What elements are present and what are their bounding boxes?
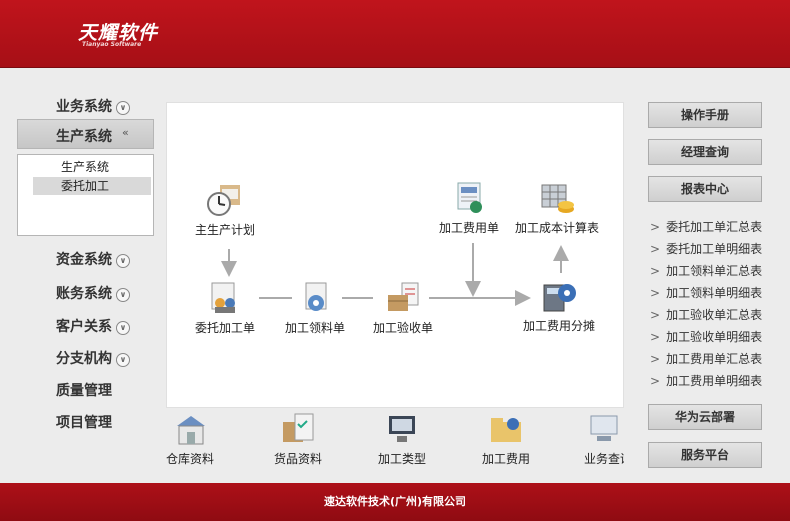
report-link-label: 加工领料单明细表	[666, 286, 763, 300]
shortcut-label: 业务查询	[584, 452, 624, 466]
nav-label: 资金系统	[56, 252, 112, 268]
shortcut-label: 加工费用	[482, 452, 531, 466]
subnav-item-production[interactable]: 生产系统	[18, 158, 153, 176]
chevron-right-icon: >	[650, 352, 661, 366]
shortcut-goods[interactable]: 货品资料	[274, 412, 322, 467]
shortcut-processing-cost[interactable]: 加工费用	[482, 412, 530, 467]
nav-label: 业务系统	[56, 99, 112, 115]
flow-node-label: 加工费用单	[439, 221, 500, 235]
report-link[interactable]: > 加工费用单汇总表	[650, 350, 762, 367]
report-link[interactable]: > 加工验收单明细表	[650, 328, 762, 345]
flow-node-outsource-order[interactable]: 委托加工单	[195, 281, 255, 336]
shortcut-label: 货品资料	[274, 452, 323, 466]
flow-node-label: 加工成本计算表	[515, 221, 600, 235]
report-link-label: 委托加工单明细表	[666, 242, 763, 256]
footer-company: 速达软件技术(广州)有限公司	[323, 495, 467, 508]
nav-accounting-system[interactable]: 账务系统 ∨	[56, 283, 130, 303]
chevron-down-icon: ∨	[116, 353, 130, 367]
process-flow-panel: 主生产计划 委托加工单 加工领料单 加工验收单 加工费用单 加工成本计算表 加工…	[166, 102, 624, 408]
chevron-right-icon: >	[650, 286, 661, 300]
calculator-gear-icon	[540, 279, 578, 313]
flow-node-master-plan[interactable]: 主生产计划	[195, 183, 255, 238]
shortcut-strip: 仓库资料 货品资料 加工类型 加工费用 业务查询	[166, 412, 624, 482]
report-document-icon	[450, 181, 488, 215]
nav-label: 客户关系	[56, 319, 112, 335]
nav-customer-relations[interactable]: 客户关系 ∨	[56, 316, 130, 336]
nav-branches[interactable]: 分支机构 ∨	[56, 348, 130, 368]
flow-node-label: 主生产计划	[195, 223, 256, 237]
service-platform-button[interactable]: 服务平台	[648, 442, 762, 468]
chevron-down-icon: ∨	[116, 101, 130, 115]
coins-spreadsheet-icon	[538, 181, 576, 215]
report-link-label: 委托加工单汇总表	[666, 220, 763, 234]
nav-label: 账务系统	[56, 286, 112, 302]
report-link-label: 加工费用单汇总表	[666, 352, 763, 366]
shortcut-label: 仓库资料	[166, 452, 215, 466]
logo-subtitle: Tianyao Software	[82, 41, 142, 48]
tools-monitor-icon	[383, 412, 421, 446]
chevron-right-icon: >	[650, 242, 661, 256]
box-checklist-icon	[279, 412, 317, 446]
report-link-label: 加工领料单汇总表	[666, 264, 763, 278]
folder-coins-icon	[487, 412, 525, 446]
flow-node-cost-sheet[interactable]: 加工费用单	[439, 181, 499, 236]
nav-quality[interactable]: 质量管理	[56, 380, 112, 400]
chevron-down-icon: «	[122, 126, 129, 139]
report-link[interactable]: > 加工验收单汇总表	[650, 306, 762, 323]
nav-label: 生产系统	[56, 129, 112, 145]
chevron-right-icon: >	[650, 374, 661, 388]
shortcut-processing-type[interactable]: 加工类型	[378, 412, 426, 467]
package-document-icon	[384, 281, 422, 315]
shortcut-business-query[interactable]: 业务查询	[584, 412, 624, 467]
flow-node-cost-allocation[interactable]: 加工费用分摊	[523, 279, 595, 334]
nav-production-system[interactable]: 生产系统 «	[17, 119, 154, 149]
report-link[interactable]: > 加工领料单明细表	[650, 284, 762, 301]
flow-node-material-pick[interactable]: 加工领料单	[285, 281, 345, 336]
gear-document-icon	[296, 281, 334, 315]
chevron-down-icon: ∨	[116, 254, 130, 268]
report-center-button[interactable]: 报表中心	[648, 176, 762, 202]
flow-node-label: 加工领料单	[285, 321, 346, 335]
report-link[interactable]: > 委托加工单汇总表	[650, 218, 762, 235]
report-link[interactable]: > 加工领料单汇总表	[650, 262, 762, 279]
app-footer: 速达软件技术(广州)有限公司	[0, 483, 790, 521]
flow-arrows	[221, 243, 569, 306]
clock-icon	[206, 183, 244, 217]
manager-query-button[interactable]: 经理查询	[648, 139, 762, 165]
nav-subpanel: 生产系统 委托加工	[17, 154, 154, 236]
chevron-down-icon: ∨	[116, 321, 130, 335]
chevron-right-icon: >	[650, 330, 661, 344]
flow-node-label: 加工验收单	[373, 321, 434, 335]
report-link-label: 加工验收单汇总表	[666, 308, 763, 322]
flow-node-cost-calc[interactable]: 加工成本计算表	[515, 181, 599, 236]
report-link-label: 加工费用单明细表	[666, 374, 763, 388]
nav-funds-system[interactable]: 资金系统 ∨	[56, 249, 130, 269]
shortcut-warehouse[interactable]: 仓库资料	[166, 412, 214, 467]
chevron-right-icon: >	[650, 220, 661, 234]
huawei-cloud-button[interactable]: 华为云部署	[648, 404, 762, 430]
warehouse-icon	[171, 412, 209, 446]
app-header: 天耀软件 Tianyao Software	[0, 0, 790, 68]
nav-label: 项目管理	[56, 415, 112, 431]
shortcut-label: 加工类型	[378, 452, 427, 466]
report-link[interactable]: > 委托加工单明细表	[650, 240, 762, 257]
chevron-right-icon: >	[650, 308, 661, 322]
flow-node-label: 加工费用分摊	[523, 319, 596, 333]
nav-label: 分支机构	[56, 351, 112, 367]
workers-document-icon	[206, 281, 244, 315]
monitor-search-icon	[585, 412, 623, 446]
nav-label: 质量管理	[56, 383, 112, 399]
chevron-right-icon: >	[650, 264, 661, 278]
manual-button[interactable]: 操作手册	[648, 102, 762, 128]
nav-projects[interactable]: 项目管理	[56, 412, 112, 432]
chevron-down-icon: ∨	[116, 288, 130, 302]
report-link-label: 加工验收单明细表	[666, 330, 763, 344]
flow-node-label: 委托加工单	[195, 321, 256, 335]
nav-business-system[interactable]: 业务系统 ∨	[56, 96, 130, 116]
flow-node-inspection[interactable]: 加工验收单	[373, 281, 433, 336]
subnav-item-outsourcing[interactable]: 委托加工	[33, 177, 151, 195]
report-link[interactable]: > 加工费用单明细表	[650, 372, 762, 389]
